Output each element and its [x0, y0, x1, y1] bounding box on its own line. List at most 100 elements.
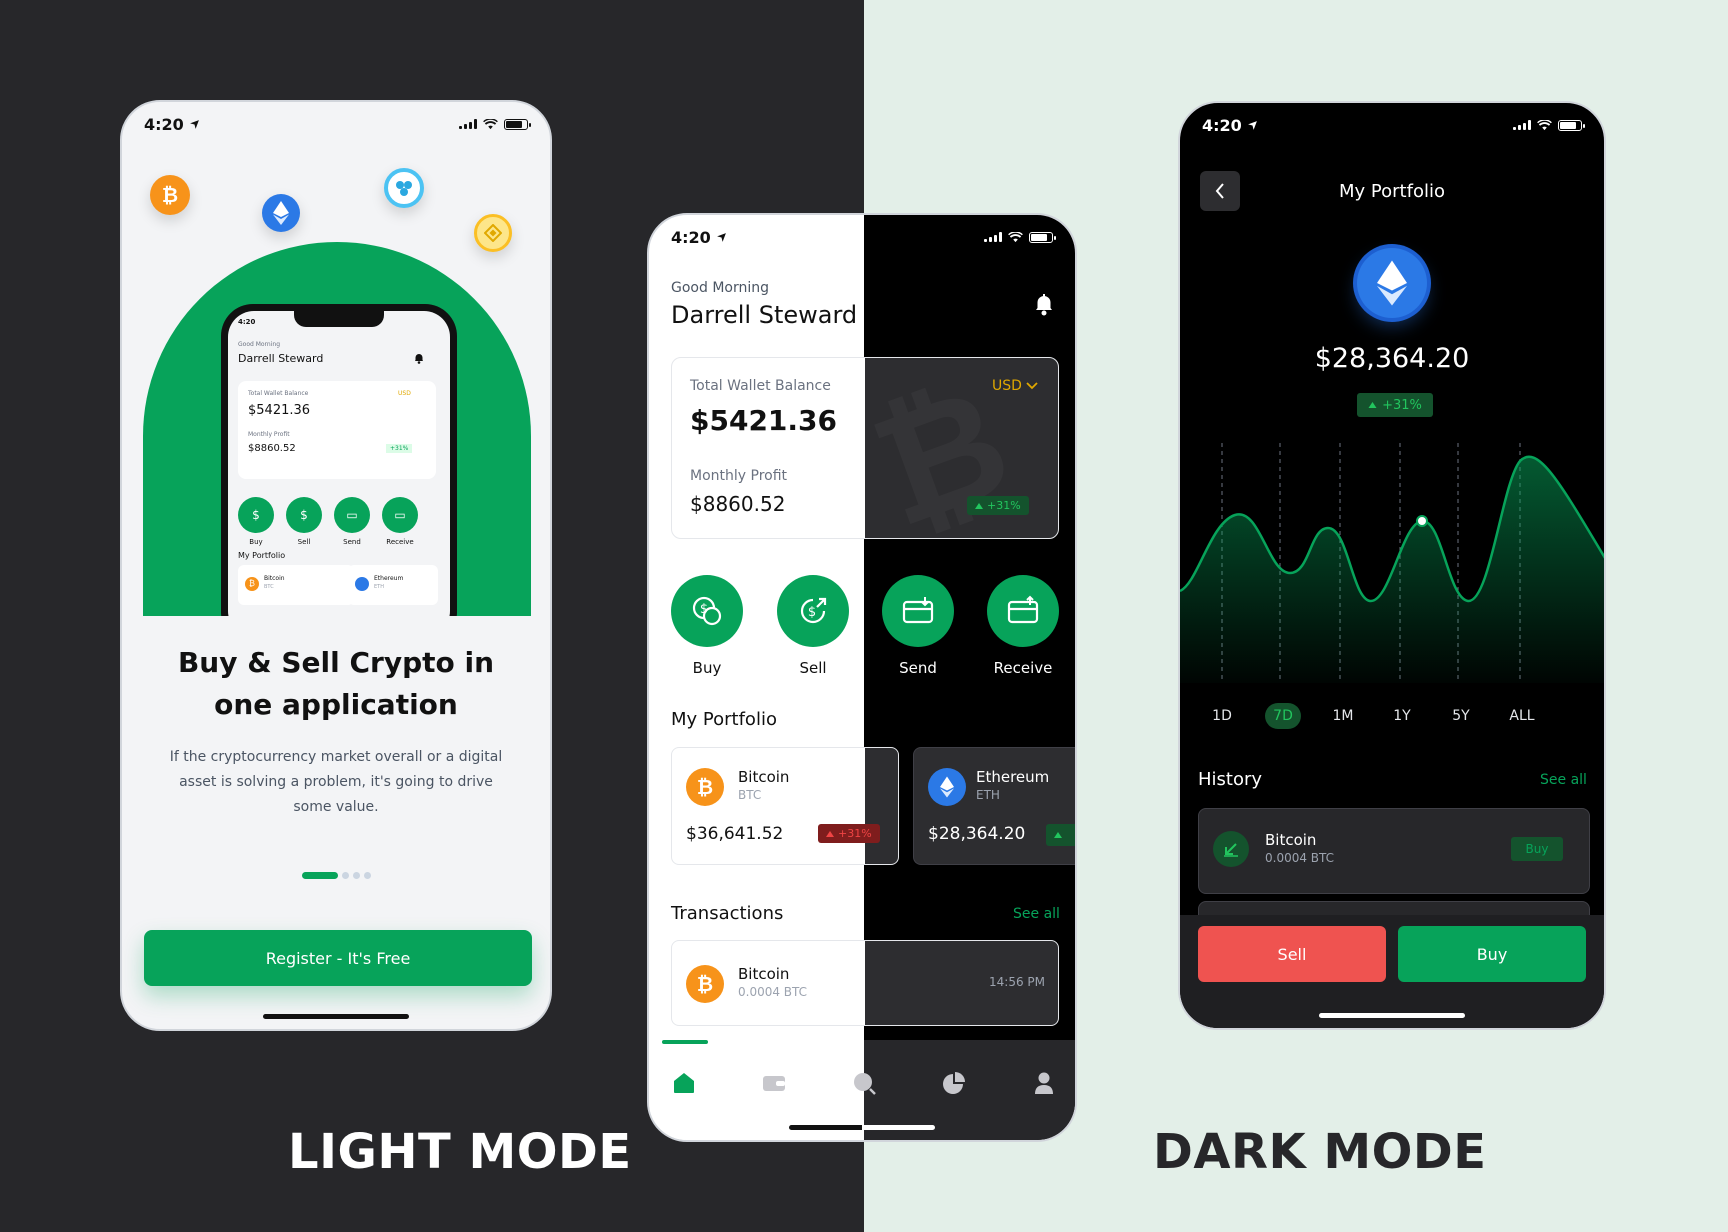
range-1d[interactable]: 1D: [1204, 703, 1240, 729]
portfolio-amount: $28,364.20: [1314, 343, 1470, 374]
range-5y[interactable]: 5Y: [1443, 703, 1479, 729]
transaction-row[interactable]: ₿ Bitcoin 0.0004 BTC 14:56 PM: [671, 940, 1059, 1026]
pager-dot-active[interactable]: [302, 872, 338, 879]
home-icon[interactable]: [671, 1070, 697, 1096]
register-button[interactable]: Register - It's Free: [144, 930, 532, 986]
transactions-title: Transactions: [671, 903, 784, 924]
status-time: 4:20: [671, 227, 711, 247]
chart-selected-point[interactable]: [1416, 515, 1428, 527]
transactions-see-all-link[interactable]: See all: [1013, 906, 1060, 922]
buy-icon: $: [692, 596, 722, 626]
currency-dropdown[interactable]: USD: [992, 378, 1022, 394]
range-1m[interactable]: 1M: [1325, 703, 1361, 729]
receive-arrow-icon: [1213, 831, 1249, 867]
location-arrow-icon: [716, 232, 726, 242]
pie-chart-icon[interactable]: [941, 1070, 967, 1096]
greeting: Good Morning: [671, 280, 769, 296]
send-action[interactable]: Send: [882, 575, 954, 677]
sell-action[interactable]: $ Sell: [777, 575, 849, 677]
range-7d[interactable]: 7D: [1265, 703, 1301, 729]
portfolio-coin-name: Ethereum: [976, 768, 1050, 786]
portfolio-phone: 4:20 My Portfolio $28,364.20 +31% 1D 7D …: [1178, 101, 1606, 1030]
chevron-down-icon[interactable]: [1026, 382, 1038, 390]
history-row[interactable]: Bitcoin 0.0004 BTC Buy: [1198, 808, 1590, 894]
history-see-all-link[interactable]: See all: [1540, 772, 1587, 788]
ethereum-icon: [928, 768, 966, 806]
buy-action[interactable]: $ Buy: [671, 575, 743, 677]
balance-label: Total Wallet Balance: [690, 378, 831, 394]
wifi-icon: [1537, 119, 1552, 130]
home-indicator: [263, 1014, 409, 1019]
status-time: 4:20: [1202, 115, 1242, 135]
portfolio-coin-value: $36,641.52: [686, 824, 784, 844]
mini-balance-card: Total Wallet Balance USD $5421.36 Monthl…: [238, 381, 436, 479]
bitcoin-icon: ₿: [686, 768, 724, 806]
arrow-up-icon: [1368, 402, 1377, 408]
battery-icon: [1558, 119, 1585, 131]
portfolio-card-bitcoin[interactable]: ₿ Bitcoin BTC $36,641.52 +31%: [671, 747, 899, 865]
sell-button[interactable]: Sell: [1198, 926, 1386, 982]
wifi-icon: [483, 118, 498, 129]
battery-icon: [504, 118, 531, 130]
mini-time: 4:20: [238, 318, 256, 326]
home-indicator: [1319, 1013, 1465, 1018]
mini-bell-icon: [415, 354, 423, 364]
portfolio-change-badge: +31%: [818, 824, 880, 843]
buy-label: Buy: [692, 659, 722, 677]
notification-bell-icon[interactable]: [1033, 293, 1055, 317]
profile-icon[interactable]: [1031, 1070, 1057, 1096]
home-indicator: [789, 1125, 935, 1130]
price-chart[interactable]: [1180, 443, 1606, 683]
portfolio-coin-name: Bitcoin: [738, 768, 790, 786]
portfolio-change-badge: +31%: [1357, 393, 1433, 417]
mini-profit: $8860.52: [248, 443, 296, 454]
wallet-balance-card[interactable]: ₿ Total Wallet Balance USD $5421.36 Mont…: [671, 357, 1059, 539]
search-icon[interactable]: [851, 1070, 877, 1096]
status-time: 4:20: [144, 114, 184, 134]
pager-dot[interactable]: [342, 872, 349, 879]
balance-amount: $5421.36: [690, 404, 838, 437]
mini-portfolio-ethereum: Ethereum ETH: [348, 565, 438, 605]
buy-button[interactable]: Buy: [1398, 926, 1586, 982]
location-arrow-icon: [1247, 120, 1257, 130]
ethereum-icon: [1357, 248, 1427, 318]
pager-dot[interactable]: [364, 872, 371, 879]
profit-amount: $8860.52: [690, 492, 786, 516]
status-bar: 4:20: [122, 102, 550, 146]
range-1y[interactable]: 1Y: [1384, 703, 1420, 729]
onboarding-description: If the cryptocurrency market overall or …: [169, 749, 503, 815]
light-mode-label: LIGHT MODE: [288, 1124, 632, 1180]
battery-icon: [1029, 231, 1056, 243]
home-phone: 4:20 Good Morning Darrell Steward ₿ Tota…: [647, 213, 1077, 1142]
history-title: History: [1198, 769, 1263, 790]
status-bar: 4:20: [1180, 103, 1604, 147]
status-bar: 4:20: [649, 215, 1075, 259]
page-title: My Portfolio: [1339, 181, 1445, 202]
receive-action[interactable]: Receive: [987, 575, 1059, 677]
range-all[interactable]: ALL: [1504, 703, 1540, 729]
arrow-up-icon: [975, 502, 983, 509]
send-label: Send: [899, 659, 937, 677]
portfolio-change-badge: [1046, 824, 1075, 846]
signal-icon: [459, 119, 477, 129]
history-action-badge: Buy: [1511, 837, 1563, 861]
mini-balance: $5421.36: [248, 403, 311, 418]
receive-label: Receive: [993, 659, 1053, 677]
mini-greeting: Good Morning: [238, 341, 280, 348]
pager-dots[interactable]: [302, 872, 371, 879]
receive-icon: [1007, 595, 1039, 624]
mini-buy: $ Buy: [238, 497, 274, 546]
profit-label: Monthly Profit: [690, 468, 788, 484]
portfolio-card-ethereum[interactable]: Ethereum ETH $28,364.20: [913, 747, 1075, 865]
nav-active-indicator: [662, 1040, 708, 1044]
send-icon: [902, 597, 934, 624]
pager-dot[interactable]: [353, 872, 360, 879]
portfolio-coin-value: $28,364.20: [928, 824, 1026, 844]
mini-currency: USD: [398, 390, 411, 397]
mini-phone-preview: 4:20 Good Morning Darrell Steward Total …: [221, 304, 457, 616]
signal-icon: [1513, 120, 1531, 130]
portfolio-coin-symbol: ETH: [976, 788, 1000, 802]
ripple-icon: [384, 168, 424, 208]
wallet-icon[interactable]: [761, 1070, 787, 1096]
mini-balance-label: Total Wallet Balance: [248, 390, 309, 397]
